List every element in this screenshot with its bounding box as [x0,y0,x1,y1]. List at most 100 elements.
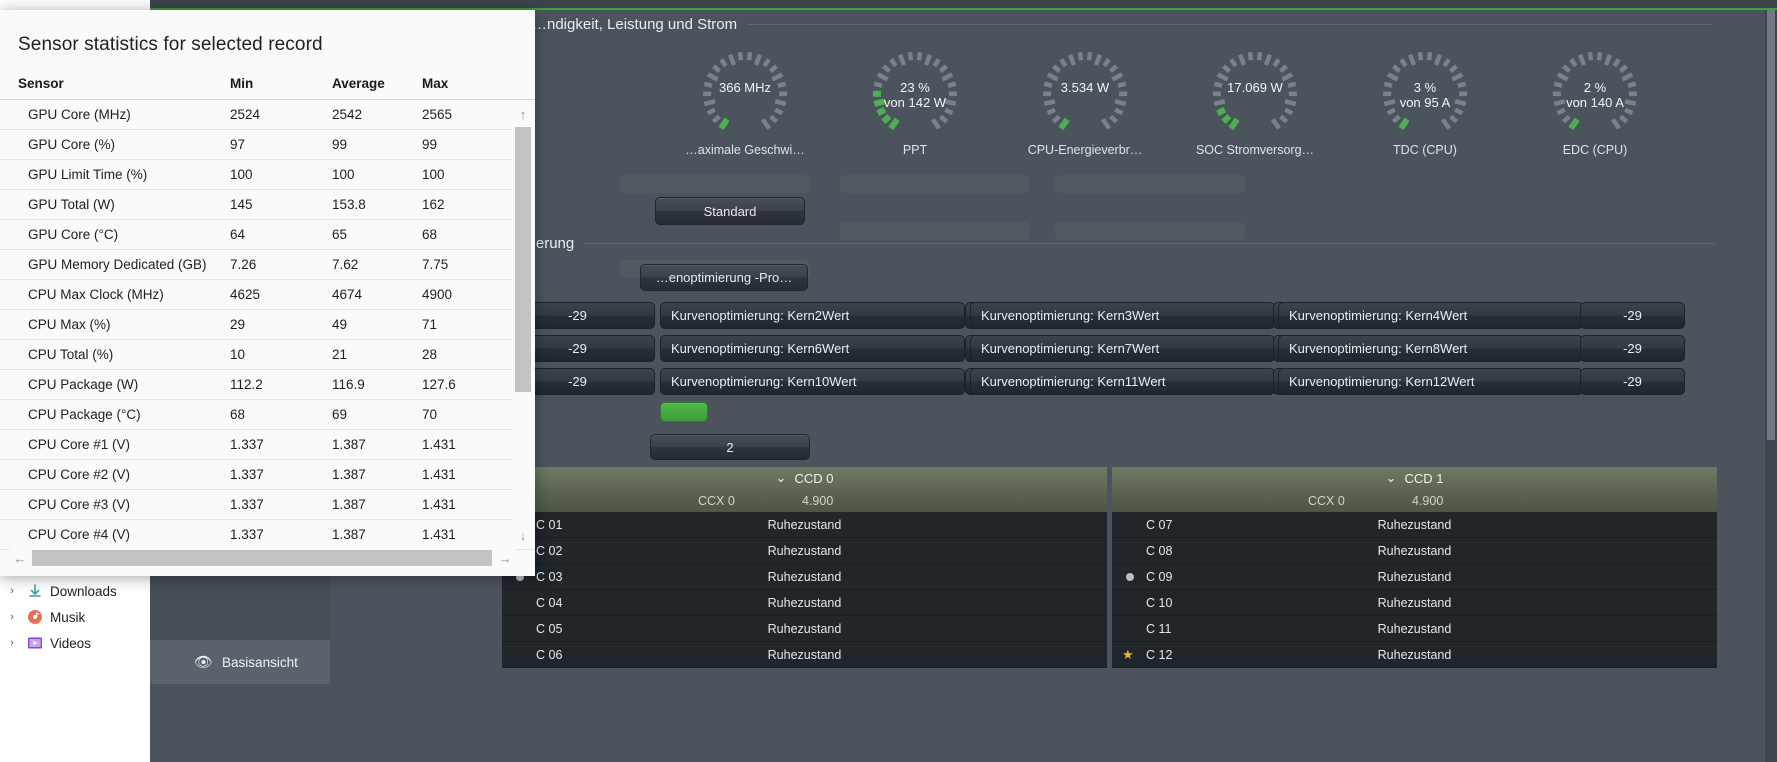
core-row[interactable]: C 09 Ruhezustand [1112,564,1717,590]
table-row[interactable]: CPU Package (W) 112.2 116.9 127.6 [0,370,535,400]
gauge-primary-value: 366 MHz [718,80,772,95]
scroll-right-arrow-icon[interactable]: → [495,548,515,568]
table-row[interactable]: GPU Memory Dedicated (GB) 7.26 7.62 7.75 [0,250,535,280]
cell-min: 64 [230,227,246,242]
apply-button[interactable] [660,402,708,422]
basisansicht-label: Basisansicht [222,654,298,670]
gauge-4: 17.069 W SOC Stromversorg… [1180,44,1330,157]
dialog-horizontal-scrollbar[interactable]: ← → [10,548,515,568]
column-header-average[interactable]: Average [332,76,422,91]
sensor-statistics-table: Sensor Min Average Max GPU Core (MHz) 252… [0,68,535,550]
curve-optimizer-core-value[interactable]: -29 [1580,302,1685,329]
core-row[interactable]: C 05 Ruhezustand [502,616,1107,642]
table-header-row: Sensor Min Average Max [0,68,535,100]
cell-min: 1.337 [230,467,264,482]
gauge-secondary-value: von 142 W [883,95,947,110]
explorer-item-musik[interactable]: › Musik [0,604,150,630]
core-state: Ruhezustand [1377,621,1452,636]
cell-max: 71 [422,317,438,332]
cell-sensor: GPU Total (W) [28,197,115,212]
app-vertical-scrollbar[interactable] [1765,10,1777,762]
cell-average: 2542 [332,107,363,122]
curve-optimizer-core-label[interactable]: Kurvenoptimierung: Kern12Wert [1278,368,1583,395]
column-header-sensor[interactable]: Sensor [0,76,230,91]
gauge-primary-value: 23 % [900,80,930,95]
curve-optimizer-core-label[interactable]: Kurvenoptimierung: Kern4Wert [1278,302,1583,329]
ccd1-ccx-label: CCX 0 [1308,493,1345,508]
chevron-right-icon[interactable]: › [4,611,20,623]
music-icon [26,608,44,626]
cell-max: 100 [422,167,445,182]
core-row[interactable]: ★ C 12 Ruhezustand [1112,642,1717,668]
gauge-value: 3 % von 95 A [1373,80,1477,110]
cell-average: 69 [332,407,348,422]
cell-max: 28 [422,347,438,362]
table-row[interactable]: CPU Total (%) 10 21 28 [0,340,535,370]
cell-max: 99 [422,137,438,152]
core-state: Ruhezustand [767,569,842,584]
column-header-min[interactable]: Min [230,76,332,91]
cell-max: 162 [422,197,445,212]
table-row[interactable]: GPU Core (°C) 64 65 68 [0,220,535,250]
gauge-1: 366 MHz …aximale Geschwi… [670,44,820,157]
cell-min: 97 [230,137,246,152]
table-row[interactable]: CPU Package (°C) 68 69 70 [0,400,535,430]
dialog-vertical-scrollbar[interactable]: ↑ ↓ [512,103,534,546]
standard-button[interactable]: Standard [655,197,805,225]
core-row[interactable]: C 06 Ruhezustand [502,642,1107,668]
scroll-left-arrow-icon[interactable]: ← [10,548,30,568]
section-header-speed-power-label: …ndigkeit, Leistung und Strom [532,16,738,33]
column-header-max[interactable]: Max [422,76,522,91]
ccd1-header[interactable]: ⌄ CCD 1 [1112,467,1717,489]
core-row[interactable]: C 10 Ruhezustand [1112,590,1717,616]
curve-optimizer-profile-button[interactable]: …enoptimierung -Pro… [640,264,808,291]
table-row[interactable]: CPU Core #3 (V) 1.337 1.387 1.431 [0,490,535,520]
gauge-value: 3.534 W [1033,80,1137,95]
core-row[interactable]: C 08 Ruhezustand [1112,538,1717,564]
app-scrollbar-thumb[interactable] [1767,10,1775,440]
table-row[interactable]: GPU Total (W) 145 153.8 162 [0,190,535,220]
gauge-caption: TDC (CPU) [1393,143,1457,157]
table-row[interactable]: GPU Core (MHz) 2524 2542 2565 [0,100,535,130]
cell-min: 1.337 [230,527,264,542]
scroll-up-arrow-icon[interactable]: ↑ [512,103,534,125]
table-row[interactable]: CPU Max Clock (MHz) 4625 4674 4900 [0,280,535,310]
cell-min: 4625 [230,287,261,302]
table-row[interactable]: GPU Core (%) 97 99 99 [0,130,535,160]
table-row[interactable]: CPU Core #2 (V) 1.337 1.387 1.431 [0,460,535,490]
ccd0-header[interactable]: ⌄ CCD 0 [502,467,1107,489]
horizontal-scrollbar-thumb[interactable] [32,550,492,566]
cell-sensor: GPU Limit Time (%) [28,167,148,182]
basisansicht-bar[interactable]: 👁 Basisansicht [150,640,330,684]
explorer-item-downloads[interactable]: › Downloads [0,578,150,604]
cell-max: 4900 [422,287,453,302]
chevron-right-icon[interactable]: › [4,585,20,597]
curve-optimizer-core-value[interactable]: -29 [1580,335,1685,362]
cell-sensor: CPU Total (%) [28,347,114,362]
core-state: Ruhezustand [767,647,842,662]
cell-sensor: CPU Package (W) [28,377,139,392]
core-row[interactable]: C 03 Ruhezustand [502,564,1107,590]
chevron-right-icon[interactable]: › [4,637,20,649]
core-count-button[interactable]: 2 [650,434,810,460]
core-row[interactable]: C 04 Ruhezustand [502,590,1107,616]
cell-min: 7.26 [230,257,257,272]
cell-sensor: GPU Memory Dedicated (GB) [28,257,207,272]
table-row[interactable]: CPU Max (%) 29 49 71 [0,310,535,340]
cell-average: 7.62 [332,257,359,272]
curve-optimizer-core-value[interactable]: -29 [1580,368,1685,395]
scroll-down-arrow-icon[interactable]: ↓ [512,524,534,546]
curve-optimizer-core-label[interactable]: Kurvenoptimierung: Kern8Wert [1278,335,1583,362]
explorer-item-videos[interactable]: › Videos [0,630,150,656]
table-row[interactable]: GPU Limit Time (%) 100 100 100 [0,160,535,190]
cell-max: 2565 [422,107,453,122]
table-row[interactable]: CPU Core #4 (V) 1.337 1.387 1.431 [0,520,535,550]
core-row[interactable]: C 11 Ruhezustand [1112,616,1717,642]
gauge-caption: SOC Stromversorg… [1195,143,1315,157]
explorer-item-label: Downloads [50,583,117,599]
vertical-scrollbar-thumb[interactable] [515,127,531,392]
core-row[interactable]: C 07 Ruhezustand [1112,512,1717,538]
table-row[interactable]: CPU Core #1 (V) 1.337 1.387 1.431 [0,430,535,460]
core-row[interactable]: C 01 Ruhezustand [502,512,1107,538]
core-row[interactable]: C 02 Ruhezustand [502,538,1107,564]
